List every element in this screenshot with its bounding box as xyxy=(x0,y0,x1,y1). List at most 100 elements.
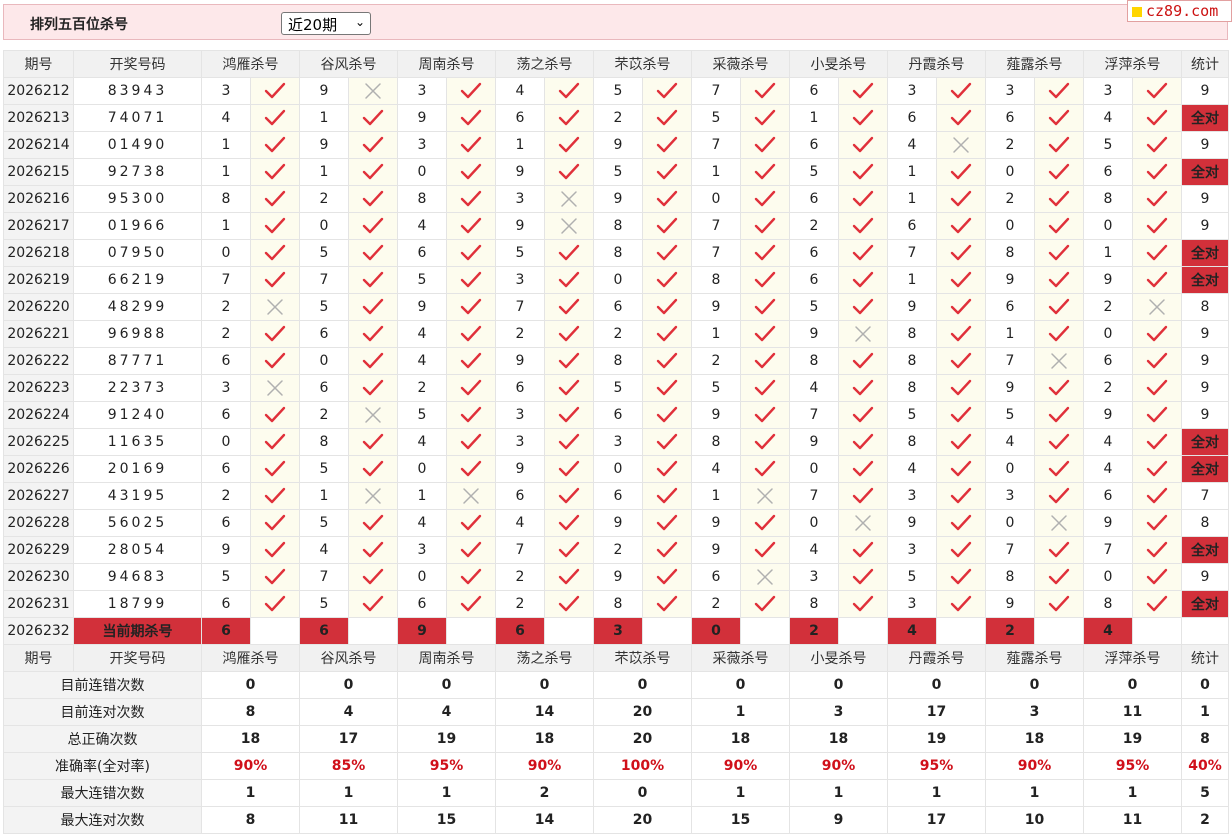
header-expert[interactable]: 荡之杀号 xyxy=(495,644,594,672)
stats-value: 11 xyxy=(1083,806,1182,834)
kill-number-cell: 3 xyxy=(985,482,1035,510)
result-mark-cell xyxy=(642,293,692,321)
stats-value: 4 xyxy=(397,698,496,726)
result-mark-cell xyxy=(1034,563,1084,591)
table-row: 2026218 07950 0 5 6 5 8 7 6 7 8 1 全对 xyxy=(3,239,1229,267)
header-expert[interactable]: 采薇杀号 xyxy=(691,50,790,78)
header-period: 期号 xyxy=(3,50,74,78)
result-mark-cell xyxy=(250,590,300,618)
header-period: 期号 xyxy=(3,644,74,672)
check-icon xyxy=(264,406,286,423)
period-cell: 2026221 xyxy=(3,320,74,348)
kill-number-cell: 0 xyxy=(789,509,839,537)
period-cell: 2026220 xyxy=(3,293,74,321)
kill-number-cell: 6 xyxy=(201,455,251,483)
stat-cell: 9 xyxy=(1181,212,1229,240)
kill-number-cell: 0 xyxy=(299,347,349,375)
header-expert[interactable]: 芣苡杀号 xyxy=(593,50,692,78)
check-icon xyxy=(264,595,286,612)
result-mark-cell xyxy=(1034,374,1084,402)
draw-number-cell: 07950 xyxy=(73,239,202,267)
kill-number-cell: 2 xyxy=(495,563,545,591)
header-expert[interactable]: 芣苡杀号 xyxy=(593,644,692,672)
kill-number-cell: 7 xyxy=(985,347,1035,375)
kill-number-cell: 5 xyxy=(397,266,447,294)
header-expert[interactable]: 浮萍杀号 xyxy=(1083,50,1182,78)
kill-number-cell: 2 xyxy=(495,320,545,348)
check-icon xyxy=(1048,460,1070,477)
cross-icon xyxy=(1051,353,1067,369)
kill-number-cell: 9 xyxy=(691,293,741,321)
stats-value: 19 xyxy=(1083,725,1182,753)
result-mark-cell xyxy=(740,347,790,375)
kill-number-cell: 5 xyxy=(985,401,1035,429)
header-expert[interactable]: 鸿雁杀号 xyxy=(201,644,300,672)
header-expert[interactable]: 采薇杀号 xyxy=(691,644,790,672)
stats-value: 1 xyxy=(887,779,986,807)
result-mark-cell xyxy=(936,158,986,186)
kill-number-cell: 0 xyxy=(691,185,741,213)
period-range-select[interactable]: 近20期 ⌄ xyxy=(281,12,371,35)
kill-number-cell: 3 xyxy=(887,590,937,618)
check-icon xyxy=(754,244,776,261)
check-icon xyxy=(362,379,384,396)
header-expert[interactable]: 浮萍杀号 xyxy=(1083,644,1182,672)
header-expert[interactable]: 鸿雁杀号 xyxy=(201,50,300,78)
header-expert[interactable]: 荡之杀号 xyxy=(495,50,594,78)
result-mark-cell xyxy=(1034,320,1084,348)
check-icon xyxy=(950,325,972,342)
check-icon xyxy=(264,136,286,153)
result-mark-cell xyxy=(544,266,594,294)
result-mark-cell xyxy=(544,347,594,375)
check-icon xyxy=(264,190,286,207)
check-icon xyxy=(754,406,776,423)
stats-value: 18 xyxy=(985,725,1084,753)
header-expert[interactable]: 周南杀号 xyxy=(397,50,496,78)
check-icon xyxy=(656,217,678,234)
result-mark-cell xyxy=(1034,455,1084,483)
check-icon xyxy=(754,352,776,369)
table-row: 2026220 48299 2 5 9 7 6 9 5 9 6 2 8 xyxy=(3,293,1229,321)
kill-number-cell: 1 xyxy=(887,266,937,294)
header-expert[interactable]: 丹霞杀号 xyxy=(887,644,986,672)
header-expert[interactable]: 谷风杀号 xyxy=(299,50,398,78)
current-kill-number: 4 xyxy=(887,617,937,645)
header-expert[interactable]: 小旻杀号 xyxy=(789,644,888,672)
result-mark-cell xyxy=(936,428,986,456)
kill-number-cell: 4 xyxy=(789,536,839,564)
stats-value: 14 xyxy=(495,698,594,726)
header-expert[interactable]: 谷风杀号 xyxy=(299,644,398,672)
result-mark-cell xyxy=(936,293,986,321)
site-logo[interactable]: cz89.com xyxy=(1127,0,1232,22)
check-icon xyxy=(656,163,678,180)
header-expert[interactable]: 周南杀号 xyxy=(397,644,496,672)
kill-number-cell: 7 xyxy=(299,266,349,294)
result-mark-cell xyxy=(348,455,398,483)
header-expert[interactable]: 丹霞杀号 xyxy=(887,50,986,78)
draw-number-cell: 74071 xyxy=(73,104,202,132)
kill-number-cell: 0 xyxy=(201,428,251,456)
check-icon xyxy=(264,460,286,477)
header-expert[interactable]: 小旻杀号 xyxy=(789,50,888,78)
check-icon xyxy=(558,163,580,180)
period-cell: 2026213 xyxy=(3,104,74,132)
kill-number-cell: 4 xyxy=(691,455,741,483)
result-mark-cell xyxy=(446,455,496,483)
check-icon xyxy=(460,541,482,558)
kill-number-cell: 0 xyxy=(593,455,643,483)
kill-number-cell: 1 xyxy=(887,185,937,213)
kill-number-cell: 3 xyxy=(397,536,447,564)
result-mark-cell xyxy=(1132,563,1182,591)
kill-number-cell: 1 xyxy=(691,320,741,348)
result-mark-cell xyxy=(740,563,790,591)
header-expert[interactable]: 薤露杀号 xyxy=(985,50,1084,78)
kill-number-cell: 1 xyxy=(985,320,1035,348)
check-icon xyxy=(852,298,874,315)
check-icon xyxy=(264,244,286,261)
stats-value: 9 xyxy=(789,806,888,834)
header-expert[interactable]: 薤露杀号 xyxy=(985,644,1084,672)
kill-number-cell: 6 xyxy=(887,212,937,240)
check-icon xyxy=(754,379,776,396)
result-mark-cell xyxy=(250,320,300,348)
kill-number-cell: 8 xyxy=(887,428,937,456)
